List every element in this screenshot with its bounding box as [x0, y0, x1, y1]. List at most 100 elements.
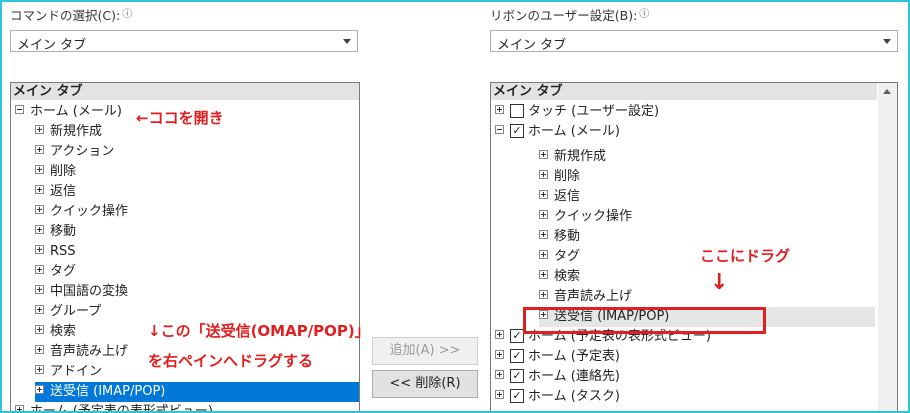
- right-list-item[interactable]: ✓ ホーム (予定表): [495, 347, 875, 367]
- right-list-item[interactable]: 新規作成: [539, 147, 875, 167]
- list-item-label: 返信: [554, 189, 581, 204]
- left-list-item[interactable]: 削除: [35, 162, 359, 182]
- left-list-item[interactable]: RSS: [35, 242, 359, 262]
- list-item-label: クイック操作: [554, 209, 633, 224]
- choose-commands-dropdown[interactable]: メイン タブ: [10, 30, 358, 53]
- right-list-item[interactable]: ✓ ホーム (メール): [495, 122, 875, 142]
- list-item-label: 移動: [50, 224, 77, 239]
- checkbox[interactable]: ✓: [510, 123, 524, 138]
- expand-icon[interactable]: [35, 285, 44, 294]
- list-item-label: 音声読み上げ: [50, 344, 129, 359]
- collapse-icon[interactable]: [15, 105, 24, 114]
- expand-icon[interactable]: [35, 205, 44, 214]
- expand-icon[interactable]: [35, 385, 44, 394]
- list-item-label: ホーム (連絡先): [528, 369, 620, 384]
- expand-icon[interactable]: [35, 345, 44, 354]
- left-list-item[interactable]: ホーム (予定表の表形式ビュー): [15, 402, 359, 411]
- expand-icon[interactable]: [495, 350, 504, 359]
- expand-icon[interactable]: [35, 305, 44, 314]
- list-item-label: 新規作成: [554, 149, 607, 164]
- list-item-label: ホーム (メール): [528, 124, 620, 139]
- expand-icon[interactable]: [539, 170, 548, 179]
- add-button[interactable]: 追加(A) >>: [372, 337, 478, 365]
- expand-icon[interactable]: [495, 105, 504, 114]
- expand-icon[interactable]: [35, 185, 44, 194]
- choose-commands-label: コマンドの選択(C): ⓘ: [10, 5, 132, 24]
- customize-ribbon-dropdown[interactable]: メイン タブ: [490, 30, 898, 53]
- expand-icon[interactable]: [495, 390, 504, 399]
- expand-icon[interactable]: [539, 210, 548, 219]
- left-list-item[interactable]: 移動: [35, 222, 359, 242]
- expand-icon[interactable]: [35, 225, 44, 234]
- expand-icon[interactable]: [539, 190, 548, 199]
- list-item-label: ホーム (タスク): [528, 389, 620, 404]
- annotation-open-here: ←ココを開き: [136, 109, 224, 127]
- right-list-item[interactable]: 音声読み上げ: [539, 287, 875, 307]
- commands-list-header: メイン タブ: [11, 83, 359, 100]
- left-list-item[interactable]: グループ: [35, 302, 359, 322]
- ribbon-tabs-list[interactable]: メイン タブ タッチ (ユーザー設定) ✓ ホーム (メール) 新規作成 削除 返信 クイッ…: [490, 82, 898, 411]
- right-list-item[interactable]: 検索: [539, 267, 875, 287]
- expand-icon[interactable]: [539, 290, 548, 299]
- choose-commands-label-text: コマンドの選択(C):: [10, 8, 121, 23]
- right-list-item[interactable]: クイック操作: [539, 207, 875, 227]
- expand-icon[interactable]: [539, 270, 548, 279]
- list-item-label: 削除: [50, 164, 77, 179]
- list-item-label: 返信: [50, 184, 77, 199]
- left-list-item[interactable]: アクション: [35, 142, 359, 162]
- list-item-label: タグ: [554, 249, 581, 264]
- list-item-label: アクション: [50, 144, 115, 159]
- checkbox[interactable]: ✓: [510, 388, 524, 403]
- left-list-item[interactable]: 返信: [35, 182, 359, 202]
- expand-icon[interactable]: [495, 330, 504, 339]
- left-list-item[interactable]: クイック操作: [35, 202, 359, 222]
- list-item-label: グループ: [50, 304, 102, 319]
- expand-icon[interactable]: [495, 370, 504, 379]
- right-list-item[interactable]: ✓ ホーム (タスク): [495, 387, 875, 407]
- expand-icon[interactable]: [35, 125, 44, 134]
- chevron-down-icon: [343, 39, 351, 44]
- right-list-item[interactable]: タッチ (ユーザー設定): [495, 102, 875, 122]
- info-icon[interactable]: ⓘ: [122, 9, 132, 20]
- scrollbar[interactable]: [878, 83, 897, 411]
- annotation-instruction-2: を右ペインへドラグする: [148, 352, 314, 370]
- customize-ribbon-label: リボンのユーザー設定(B): ⓘ: [490, 5, 649, 24]
- expand-icon[interactable]: [35, 325, 44, 334]
- expand-icon[interactable]: [539, 150, 548, 159]
- expand-icon[interactable]: [35, 265, 44, 274]
- left-list-item[interactable]: 中国語の変換: [35, 282, 359, 302]
- expand-icon[interactable]: [539, 230, 548, 239]
- choose-commands-dropdown-value: メイン タブ: [17, 38, 87, 53]
- expand-icon[interactable]: [35, 365, 44, 374]
- expand-icon[interactable]: [539, 250, 548, 259]
- right-list-item[interactable]: 削除: [539, 167, 875, 187]
- list-item-label: クイック操作: [50, 204, 129, 219]
- left-list-item[interactable]: 送受信 (IMAP/POP): [35, 382, 359, 402]
- list-item-label: アドイン: [50, 364, 103, 379]
- right-list-item[interactable]: 移動: [539, 227, 875, 247]
- list-item-label: RSS: [50, 244, 76, 259]
- expand-icon[interactable]: [35, 245, 44, 254]
- list-item-label: タグ: [50, 264, 77, 279]
- expand-icon[interactable]: [15, 405, 24, 411]
- list-item-label: 送受信 (IMAP/POP): [50, 384, 166, 399]
- info-icon[interactable]: ⓘ: [639, 9, 649, 20]
- expand-icon[interactable]: [35, 145, 44, 154]
- checkbox[interactable]: ✓: [510, 348, 524, 363]
- list-item-label: タッチ (ユーザー設定): [528, 104, 660, 119]
- right-list-item[interactable]: 返信: [539, 187, 875, 207]
- expand-icon[interactable]: [35, 165, 44, 174]
- list-item-label: 検索: [554, 269, 581, 284]
- checkbox[interactable]: [510, 103, 524, 118]
- checkbox[interactable]: ✓: [510, 368, 524, 383]
- scroll-up-icon[interactable]: [883, 89, 891, 94]
- checkbox[interactable]: ✓: [510, 328, 524, 343]
- chevron-down-icon: [883, 39, 891, 44]
- right-list-item[interactable]: ✓ ホーム (連絡先): [495, 367, 875, 387]
- annotation-arrow-icon: ↓: [710, 270, 729, 295]
- annotation-drag-here: ここにドラグ: [700, 247, 791, 265]
- list-item-label: 新規作成: [50, 124, 103, 139]
- left-list-item[interactable]: タグ: [35, 262, 359, 282]
- collapse-icon[interactable]: [495, 125, 504, 134]
- remove-button[interactable]: << 削除(R): [372, 370, 478, 398]
